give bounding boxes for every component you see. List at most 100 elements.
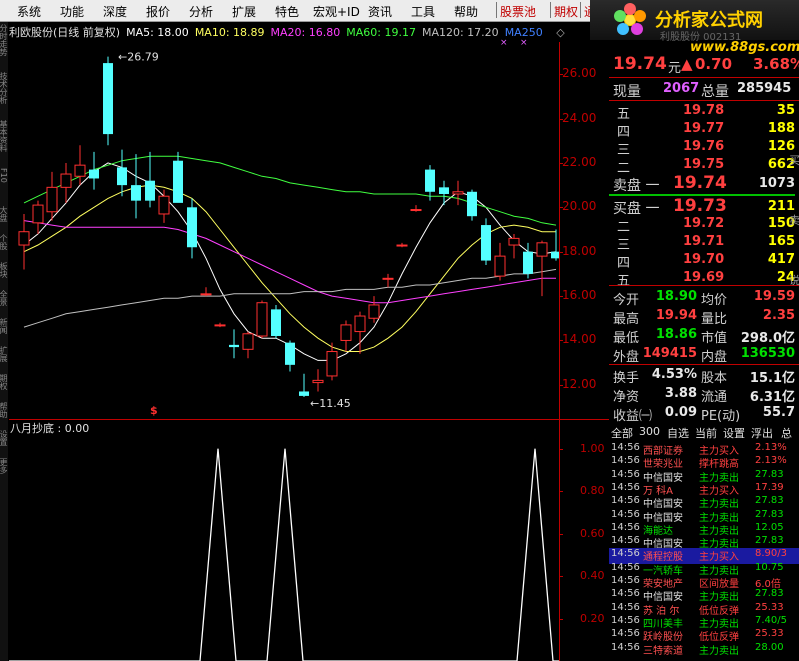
candle[interactable] (214, 322, 226, 328)
y-axis-tick: 24.00 (562, 110, 597, 125)
candle[interactable] (89, 151, 99, 190)
tick-tab[interactable]: 全部 (611, 425, 633, 441)
sidebar-tab[interactable]: 扩展 (0, 346, 8, 362)
candle[interactable] (242, 331, 254, 359)
menu-item[interactable]: 宏观+ID (313, 3, 360, 20)
sidebar-tab[interactable]: 大盘 (0, 206, 8, 222)
stat-label: 市值 (701, 331, 728, 346)
chart-title: 利欧股份(日线 前复权) (9, 26, 121, 39)
tick-tab[interactable]: 总 (781, 425, 792, 441)
candle[interactable] (285, 340, 295, 372)
tick-tab[interactable]: 设置 (723, 425, 745, 441)
candle[interactable] (410, 205, 422, 212)
candle[interactable] (439, 180, 449, 206)
menu-item[interactable]: 扩展 (232, 3, 256, 20)
candle[interactable] (536, 240, 548, 297)
candle[interactable] (32, 200, 44, 234)
candle[interactable] (187, 198, 197, 259)
candle[interactable] (368, 296, 380, 323)
tick-value: 25.33 (755, 601, 784, 613)
candle[interactable] (354, 311, 366, 354)
menu-item-special[interactable]: 期权 (554, 3, 578, 20)
sidebar-tab[interactable]: 更多 (0, 458, 8, 474)
candle[interactable] (382, 273, 394, 288)
candle[interactable] (60, 162, 72, 203)
menu-item[interactable]: 分析 (189, 3, 213, 20)
tick-tab[interactable]: 300 (639, 425, 660, 438)
menu-item[interactable]: 工具 (411, 3, 435, 20)
candle[interactable] (117, 149, 127, 197)
tick-value: 8.90/3 (755, 548, 787, 560)
candle[interactable] (508, 233, 520, 259)
sidebar-tab[interactable]: 期权 (0, 374, 8, 390)
indicator-chart[interactable] (9, 422, 559, 661)
sidebar-tab[interactable]: 分时走势 (0, 24, 8, 56)
candle[interactable] (256, 300, 268, 339)
candle[interactable] (200, 287, 212, 297)
candle[interactable] (340, 320, 352, 352)
menu-item[interactable]: 特色 (275, 3, 299, 20)
candle[interactable] (551, 229, 559, 261)
price-change: 0.70 (695, 55, 733, 73)
menu-item-special[interactable]: 股票池 (500, 3, 536, 20)
y-axis-tick: 18.00 (562, 243, 597, 258)
diamond-icon[interactable]: ◇ (556, 26, 564, 39)
ma-label: MA120: 17.20 (421, 26, 499, 39)
sidebar-tab[interactable]: 技术分析 (0, 72, 8, 104)
candle[interactable] (158, 189, 170, 223)
indicator-y-tick: 0.20 (580, 611, 605, 625)
sidebar-tab[interactable]: 基本资料 (0, 120, 8, 152)
stat-value: 136530 (740, 346, 795, 361)
candle[interactable] (145, 151, 155, 208)
candle[interactable] (494, 242, 506, 281)
menu-item[interactable]: 报价 (146, 3, 170, 20)
sidebar-tab[interactable]: 新闻 (0, 318, 8, 334)
tick-tab[interactable]: 自选 (667, 425, 689, 441)
candle[interactable] (523, 242, 533, 279)
tick-row[interactable]: 14:56 三特索道 主力卖出 28.00 (609, 642, 799, 658)
stat2-row: 换手 4.53% 股本 15.1亿 (609, 366, 799, 386)
candle[interactable] (18, 213, 30, 270)
edge-label[interactable]: 说 (789, 272, 799, 288)
sidebar-tab[interactable]: 个股 (0, 234, 8, 250)
bid-price: 19.70 (683, 252, 725, 267)
menu-item[interactable]: 深度 (103, 3, 127, 20)
ask1-row: 卖盘 一 19.74 1073 (609, 173, 799, 195)
candle[interactable] (229, 329, 239, 359)
sidebar-tab[interactable]: 帮助 (0, 402, 8, 418)
candle[interactable] (312, 369, 324, 392)
tick-tab[interactable]: 当前 (695, 425, 717, 441)
tick-value: 27.83 (755, 535, 784, 547)
candle[interactable] (467, 189, 477, 221)
tick-time: 14:56 (611, 455, 640, 467)
menu-item[interactable]: 功能 (60, 3, 84, 20)
change-arrow-icon: ▲ (681, 55, 693, 73)
candle[interactable] (481, 218, 491, 265)
candle[interactable] (103, 56, 113, 146)
candle[interactable] (299, 373, 309, 398)
sidebar-tab[interactable]: 设置 (0, 430, 8, 446)
candle[interactable] (74, 145, 86, 186)
y-axis-tick: 12.00 (562, 376, 597, 391)
menu-item[interactable]: 资讯 (368, 3, 392, 20)
candle[interactable] (271, 304, 281, 339)
candle[interactable] (46, 171, 58, 221)
stat-label: 外盘 (613, 350, 640, 365)
tick-tab[interactable]: 浮出 (751, 425, 773, 441)
last-price: 19.74 (613, 54, 667, 74)
edge-label[interactable]: 卖 (789, 212, 799, 228)
edge-label[interactable]: 买 (789, 152, 799, 168)
menu-item[interactable]: 系统 (17, 3, 41, 20)
candle[interactable] (173, 151, 183, 203)
menu-item[interactable]: 帮助 (454, 3, 478, 20)
kline-chart[interactable]: ←26.79 ←11.45 (9, 42, 559, 417)
y-axis-tick: 14.00 (562, 332, 597, 347)
high-annotation: ←26.79 (118, 51, 159, 64)
candle[interactable] (452, 180, 464, 206)
sidebar-tab[interactable]: F10 (0, 168, 8, 183)
sidebar-tab[interactable]: 全景 (0, 290, 8, 306)
sidebar-tab[interactable]: 板块 (0, 262, 8, 278)
stat2-row: 净资 3.88 流通 6.31亿 (609, 385, 799, 405)
candle[interactable] (131, 154, 141, 219)
candle[interactable] (396, 242, 408, 248)
